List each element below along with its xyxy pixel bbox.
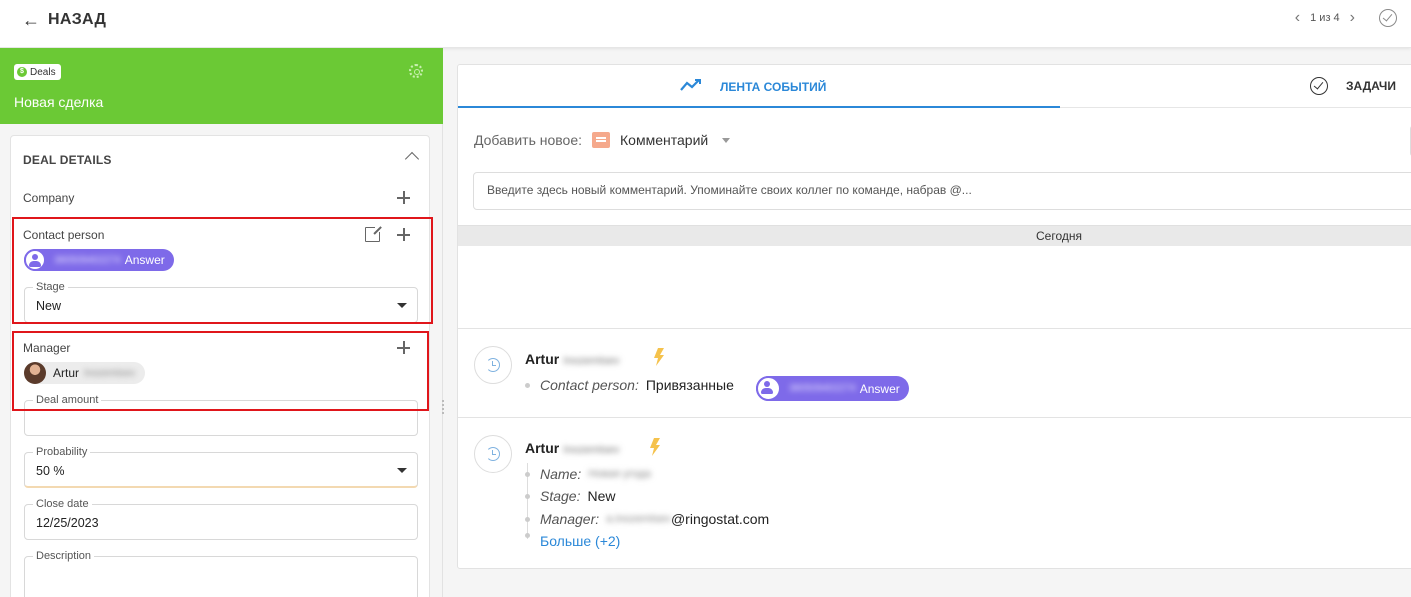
check-circle-icon — [1310, 77, 1328, 95]
divider — [458, 417, 1411, 418]
add-new-kind[interactable]: Комментарий — [620, 132, 708, 148]
event-row-more — [525, 533, 540, 538]
bullet — [525, 471, 530, 477]
event-row-name: Name: Новая угода — [525, 466, 651, 482]
stage-value: New — [587, 488, 616, 504]
caret-down-icon[interactable] — [722, 137, 731, 143]
close-date-field[interactable]: Close date 12/25/2023 — [24, 498, 418, 540]
manager-key: Manager: — [540, 511, 600, 527]
description-field[interactable]: Description — [24, 550, 418, 597]
tab-tasks-label: ЗАДАЧИ — [1346, 79, 1396, 93]
back-button[interactable]: ← НАЗАД — [22, 9, 106, 31]
event-author-last: Inozemtsev — [563, 355, 620, 367]
deals-badge: $ Deals — [14, 64, 61, 80]
bullet — [525, 382, 530, 388]
chevron-right-icon[interactable]: › — [1350, 10, 1355, 26]
event-row-manager: Manager: a.inozemtsev @ringostat.com — [525, 511, 769, 527]
history-icon — [474, 435, 512, 473]
activity-panel: ЛЕНТА СОБЫТИЙ ЗАДАЧИ Добавить новое: Ком… — [457, 64, 1411, 569]
add-new-row: Добавить новое: Комментарий — [474, 132, 731, 148]
event-author-first: Artur — [525, 351, 560, 367]
check-circle-icon[interactable] — [1379, 9, 1397, 27]
comment-icon — [592, 132, 611, 148]
probability-value: 50 % — [36, 464, 65, 478]
chevron-left-icon[interactable]: ‹ — [1295, 10, 1300, 26]
resize-handle[interactable] — [442, 400, 445, 414]
deal-header: $ Deals Новая сделка — [0, 48, 443, 124]
divider — [458, 328, 1411, 329]
today-label: Сегодня — [1036, 229, 1082, 243]
event-author-last: Inozemtsev — [563, 444, 620, 456]
gear-icon[interactable] — [409, 64, 423, 78]
back-label: НАЗАД — [48, 11, 107, 28]
close-date-value: 12/25/2023 — [36, 516, 99, 530]
bullet — [525, 493, 530, 499]
person-icon — [756, 376, 781, 401]
tab-tasks[interactable]: ЗАДАЧИ — [1310, 77, 1396, 95]
tab-events-label: ЛЕНТА СОБЫТИЙ — [720, 80, 827, 94]
history-icon — [474, 346, 512, 384]
name-key: Name: — [540, 466, 582, 482]
comment-field[interactable] — [473, 172, 1411, 210]
arrow-left-icon: ← — [22, 10, 40, 30]
chevron-up-icon[interactable] — [404, 151, 420, 167]
pager-text: 1 из 4 — [1310, 12, 1340, 24]
deals-badge-label: Deals — [30, 66, 56, 78]
close-date-label: Close date — [33, 498, 92, 510]
tabs: ЛЕНТА СОБЫТИЙ ЗАДАЧИ — [458, 65, 1411, 108]
trend-icon — [680, 79, 701, 91]
event-contact-chip[interactable]: 380509402274 Answer — [756, 376, 909, 401]
add-company-plus-icon[interactable] — [397, 191, 410, 204]
event-contact-tag: Answer — [859, 381, 900, 396]
probability-select[interactable]: Probability 50 % — [24, 446, 418, 488]
more-link[interactable]: Больше (+2) — [540, 533, 620, 549]
bullet — [525, 533, 530, 538]
add-new-label: Добавить новое: — [474, 132, 583, 148]
event-row-stage: Stage: New — [525, 488, 616, 504]
highlight-box-manager — [12, 331, 429, 411]
name-value: Новая угода — [588, 468, 651, 480]
contact-key: Contact person: — [540, 377, 639, 393]
event-author-first: Artur — [525, 440, 560, 456]
tab-events[interactable]: ЛЕНТА СОБЫТИЙ — [458, 65, 1060, 108]
event-row-contact: Contact person: Привязанные — [525, 377, 734, 393]
comment-input[interactable] — [487, 183, 1387, 197]
bullet — [525, 516, 530, 522]
event-author: Artur Inozemtsev — [525, 351, 619, 367]
lightning-icon — [650, 438, 660, 456]
highlight-box-contact — [12, 217, 433, 324]
dollar-icon: $ — [17, 67, 27, 77]
contact-text: Привязанные — [645, 377, 734, 393]
event-contact-phone: 380509402274 — [789, 383, 856, 394]
probability-label: Probability — [33, 446, 91, 458]
event-author: Artur Inozemtsev — [525, 440, 619, 456]
pager: ‹ 1 из 4 › — [1295, 10, 1355, 26]
manager-domain: @ringostat.com — [670, 511, 770, 527]
company-label: Company — [23, 191, 75, 205]
deal-title: Новая сделка — [14, 94, 104, 110]
date-separator: Сегодня — [458, 225, 1411, 246]
top-bar: ← НАЗАД ‹ 1 из 4 › — [0, 0, 1411, 48]
description-label: Description — [33, 550, 95, 562]
stage-key: Stage: — [540, 488, 581, 504]
section-title: DEAL DETAILS — [23, 153, 112, 167]
lightning-icon — [654, 348, 664, 366]
manager-value-hidden: a.inozemtsev — [606, 513, 671, 525]
caret-down-icon — [397, 468, 407, 473]
deal-panel: $ Deals Новая сделка DEAL DETAILS Compan… — [0, 48, 443, 597]
